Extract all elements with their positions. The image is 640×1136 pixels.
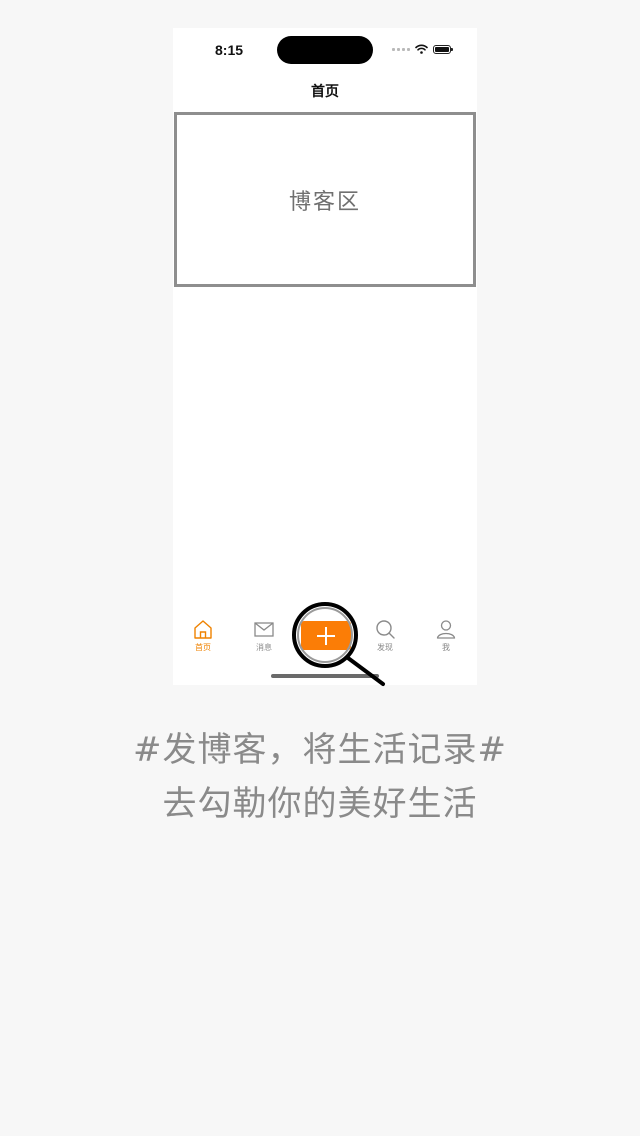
caption-line-1: #发博客，将生活记录# xyxy=(133,730,507,770)
plus-icon xyxy=(317,626,335,645)
add-post-button[interactable] xyxy=(301,621,351,650)
home-indicator xyxy=(271,674,379,678)
wifi-icon xyxy=(415,44,428,54)
blog-area[interactable]: 博客区 xyxy=(174,112,476,287)
signal-icon xyxy=(392,47,410,51)
tab-me-label: 我 xyxy=(442,643,450,652)
tab-home[interactable]: 首页 xyxy=(173,618,233,660)
page-title: 首页 xyxy=(311,84,339,100)
phone-screen: 8:15 首页 博客区 首页 消息 发现 我 xyxy=(173,28,477,685)
tab-me[interactable]: 我 xyxy=(416,618,476,660)
battery-icon xyxy=(433,44,453,54)
caption-line-2: 去勾勒你的美好生活 xyxy=(162,784,478,824)
tab-messages[interactable]: 消息 xyxy=(234,618,294,660)
tab-messages-label: 消息 xyxy=(256,643,272,652)
dynamic-island xyxy=(277,36,373,64)
search-icon xyxy=(376,620,395,639)
blog-area-label: 博客区 xyxy=(288,189,361,215)
tab-discover[interactable]: 发现 xyxy=(355,618,415,660)
status-bar: 8:15 xyxy=(173,28,477,72)
person-icon xyxy=(436,620,456,639)
tab-discover-label: 发现 xyxy=(377,643,393,652)
mail-icon xyxy=(254,622,274,637)
status-icons xyxy=(392,44,453,54)
status-time: 8:15 xyxy=(215,42,244,58)
tab-home-label: 首页 xyxy=(195,643,211,652)
home-icon xyxy=(194,620,212,639)
